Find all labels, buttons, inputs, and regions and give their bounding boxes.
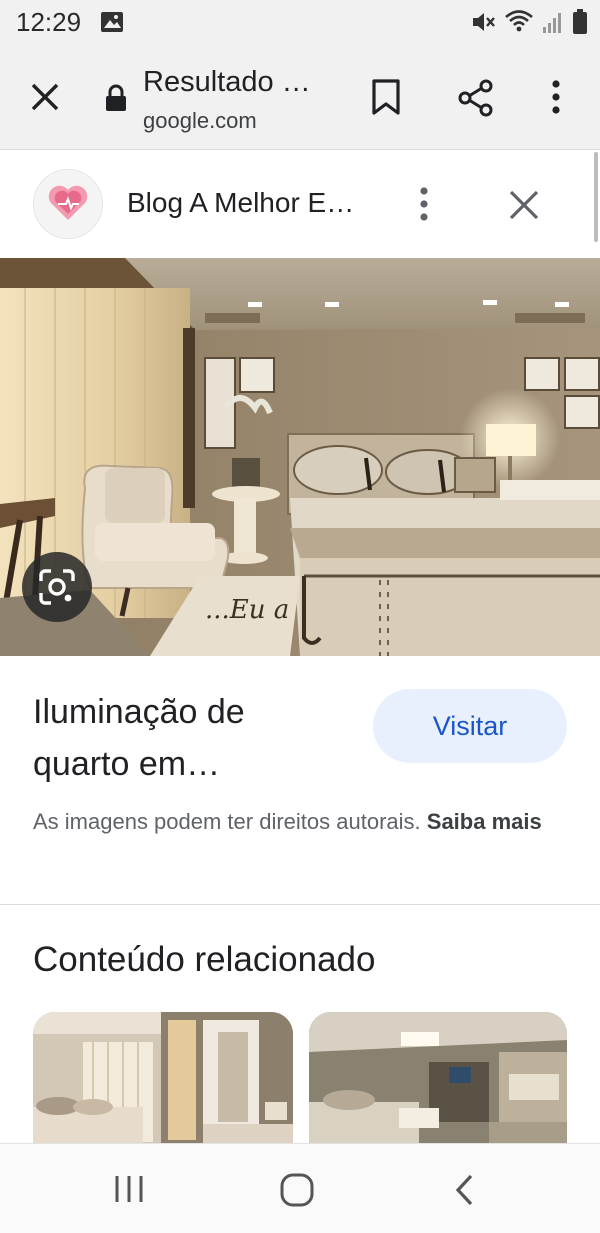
gallery-icon [100,11,124,38]
source-header: Blog A Melhor E… [0,151,600,257]
status-bar: 12:29 [0,0,600,46]
mute-icon [470,9,496,40]
result-image[interactable]: ...Eu a [0,258,600,656]
page-domain: google.com [143,108,257,133]
source-name[interactable]: Blog A Melhor E… [127,187,354,219]
status-icons [470,9,588,40]
divider [0,904,600,905]
back-icon[interactable] [452,1172,476,1213]
status-time: 12:29 [16,7,82,37]
related-heading: Conteúdo relacionado [33,940,376,979]
learn-more-link[interactable]: Saiba mais [427,809,542,834]
scrollbar[interactable] [594,152,598,242]
more-vert-icon[interactable] [546,78,566,121]
battery-icon [572,9,588,40]
page-title: Resultado … [143,66,311,98]
close-icon[interactable] [506,187,542,228]
lens-icon[interactable] [22,552,92,622]
favicon-heart-icon [33,169,103,239]
bookmark-icon[interactable] [370,78,402,121]
recents-icon[interactable] [113,1174,145,1209]
more-vert-icon[interactable] [412,185,436,228]
image-caption-text: ...Eu a [205,595,289,625]
related-thumbnail[interactable] [309,1012,567,1144]
browser-toolbar: Resultado … google.com [0,46,600,150]
visit-button[interactable]: Visitar [373,689,567,763]
home-icon[interactable] [279,1172,315,1213]
lock-icon[interactable] [104,84,128,117]
result-title: Iluminação de quarto em… [33,693,245,783]
signal-icon [542,10,564,39]
copyright-notice: As imagens podem ter direitos autorais. … [33,806,573,838]
close-icon[interactable] [27,79,63,115]
system-nav-bar [0,1143,600,1233]
related-thumbnail[interactable] [33,1012,293,1144]
wifi-icon [504,9,534,40]
copyright-text: As imagens podem ter direitos autorais. [33,809,421,834]
share-icon[interactable] [456,78,496,123]
